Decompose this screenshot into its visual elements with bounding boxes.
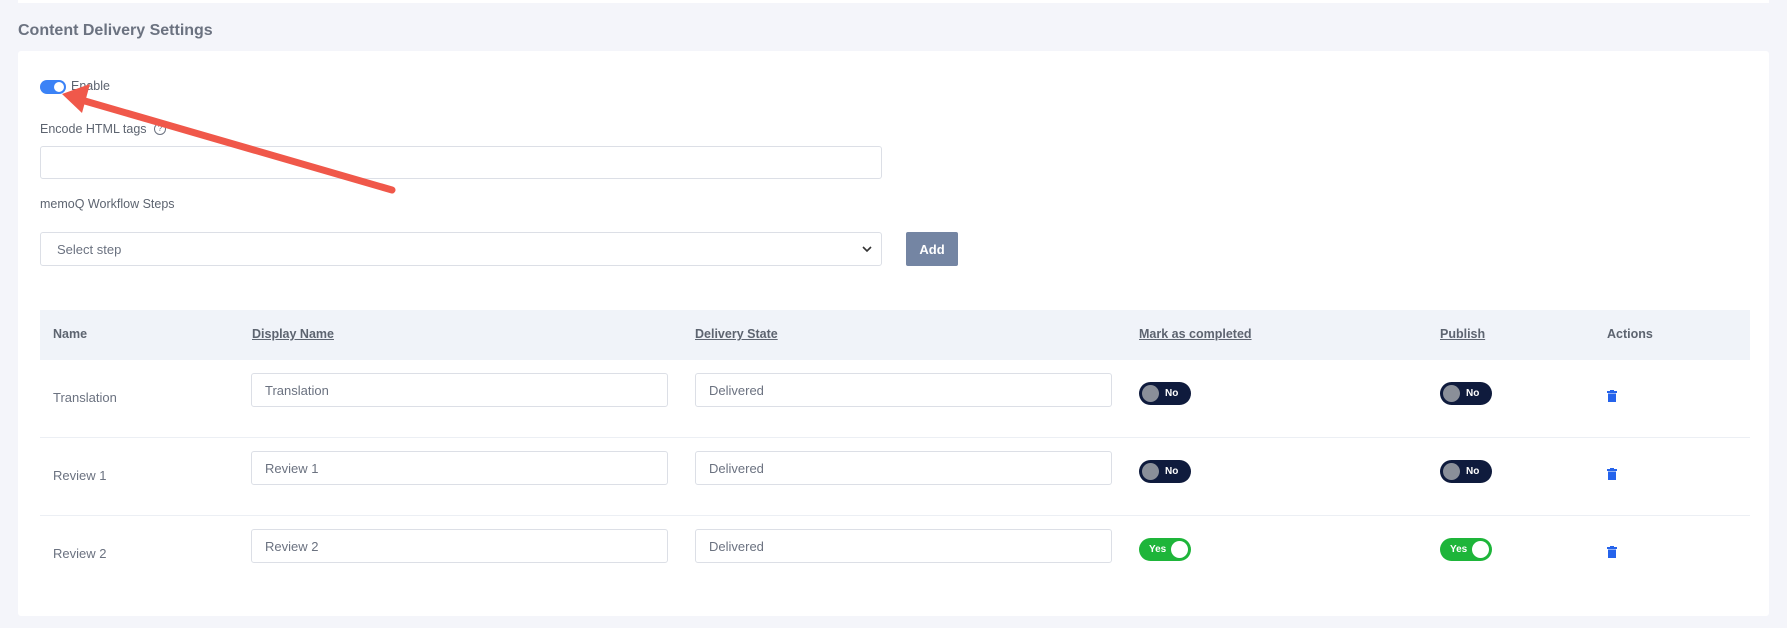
mark-completed-toggle[interactable]: No [1139, 460, 1191, 483]
toggle-text: No [1165, 466, 1179, 477]
section-title: Content Delivery Settings [18, 22, 213, 39]
header-delivery-state[interactable]: Delivery State [695, 327, 778, 341]
table-row: Review 1 No No [40, 438, 1750, 516]
row-name: Translation [53, 390, 117, 405]
toggle-text: No [1466, 466, 1480, 477]
encode-html-input[interactable] [40, 146, 882, 179]
table-header: Name Display Name Delivery State Mark as… [40, 310, 1750, 360]
display-name-input[interactable] [251, 451, 668, 485]
step-select[interactable]: Select step [40, 232, 882, 266]
row-name: Review 2 [53, 546, 107, 561]
step-select-placeholder: Select step [57, 242, 122, 257]
delivery-state-input[interactable] [695, 451, 1112, 485]
toggle-text: No [1466, 388, 1480, 399]
toggle-text: No [1165, 388, 1179, 399]
header-display-name[interactable]: Display Name [252, 327, 334, 341]
trash-icon[interactable] [1607, 546, 1617, 558]
workflow-steps-label: memoQ Workflow Steps [40, 197, 175, 211]
row-name: Review 1 [53, 468, 107, 483]
display-name-input[interactable] [251, 529, 668, 563]
toggle-text: Yes [1450, 544, 1468, 555]
mark-completed-toggle[interactable]: Yes [1139, 538, 1191, 561]
trash-icon[interactable] [1607, 390, 1617, 402]
header-publish[interactable]: Publish [1440, 327, 1485, 341]
workflow-steps-table: Name Display Name Delivery State Mark as… [40, 310, 1750, 593]
publish-toggle[interactable]: No [1440, 382, 1492, 405]
table-row: Translation No No [40, 360, 1750, 438]
enable-label: Enable [71, 79, 110, 93]
help-icon[interactable]: ? [154, 123, 166, 135]
add-step-button[interactable]: Add [906, 232, 958, 266]
toggle-knob [1171, 541, 1188, 558]
chevron-down-icon [862, 246, 872, 253]
delivery-state-input[interactable] [695, 529, 1112, 563]
top-card-edge [18, 0, 1769, 3]
header-actions: Actions [1607, 327, 1653, 341]
enable-toggle[interactable] [40, 80, 66, 94]
toggle-text: Yes [1149, 544, 1167, 555]
toggle-knob [1142, 385, 1159, 402]
toggle-knob [1142, 463, 1159, 480]
trash-icon[interactable] [1607, 468, 1617, 480]
header-mark-completed[interactable]: Mark as completed [1139, 327, 1252, 341]
display-name-input[interactable] [251, 373, 668, 407]
delivery-state-input[interactable] [695, 373, 1112, 407]
toggle-knob [1443, 463, 1460, 480]
publish-toggle[interactable]: Yes [1440, 538, 1492, 561]
toggle-knob [1443, 385, 1460, 402]
header-name: Name [53, 327, 88, 341]
mark-completed-toggle[interactable]: No [1139, 382, 1191, 405]
table-row: Review 2 Yes Yes [40, 516, 1750, 593]
encode-html-label: Encode HTML tags [40, 122, 147, 136]
toggle-knob [1472, 541, 1489, 558]
publish-toggle[interactable]: No [1440, 460, 1492, 483]
